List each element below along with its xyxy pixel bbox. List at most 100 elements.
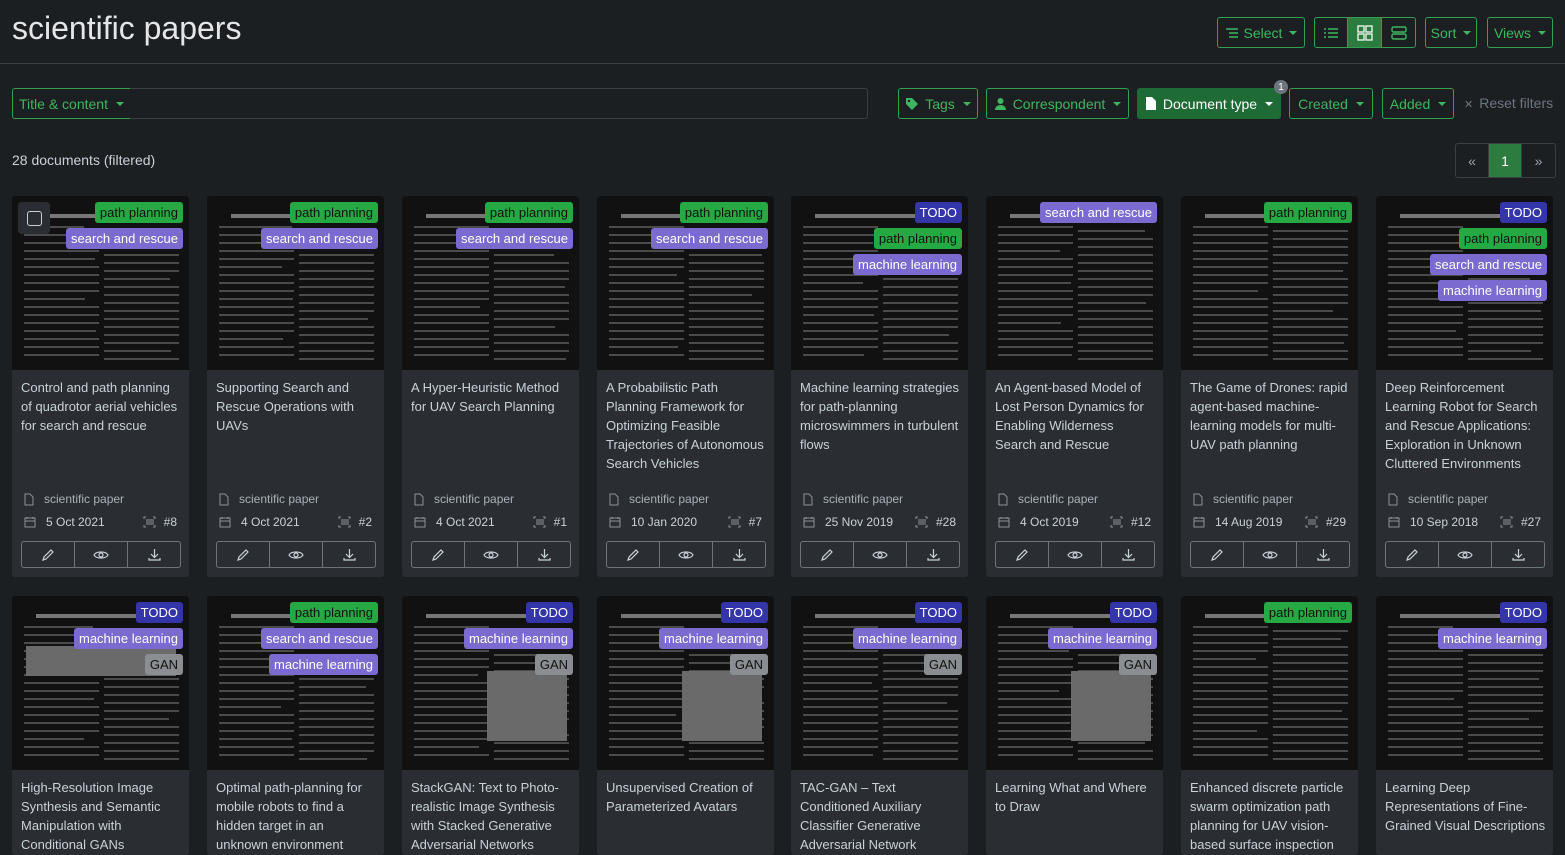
tag-badge[interactable]: GAN: [729, 654, 768, 675]
preview-button[interactable]: [465, 542, 518, 567]
tag-badge[interactable]: search and rescue: [261, 628, 378, 649]
preview-button[interactable]: [1049, 542, 1102, 567]
tag-badge[interactable]: path planning: [289, 602, 378, 623]
download-button[interactable]: [1102, 542, 1154, 567]
edit-button[interactable]: [801, 542, 854, 567]
document-card[interactable]: TODO machine learning GAN Learning What and…: [986, 596, 1163, 855]
edit-button[interactable]: [996, 542, 1049, 567]
tag-badge[interactable]: search and rescue: [261, 228, 378, 249]
document-card[interactable]: path planning search and rescue A Probabil…: [597, 196, 774, 577]
tags-filter[interactable]: Tags: [898, 88, 978, 119]
sort-button[interactable]: Sort: [1425, 17, 1477, 48]
reset-filters-button[interactable]: ✕ Reset filters: [1464, 95, 1553, 111]
tag-badge[interactable]: search and rescue: [1430, 254, 1547, 275]
preview-button[interactable]: [1244, 542, 1297, 567]
download-button[interactable]: [518, 542, 570, 567]
preview-button[interactable]: [75, 542, 128, 567]
search-input[interactable]: [130, 88, 868, 119]
edit-button[interactable]: [607, 542, 660, 567]
document-card[interactable]: search and rescue An Agent-based Model of…: [986, 196, 1163, 577]
document-card[interactable]: path planning Enhanced discrete particle …: [1181, 596, 1358, 855]
tag-badge[interactable]: GAN: [534, 654, 573, 675]
tag-badge[interactable]: machine learning: [463, 628, 573, 649]
document-card[interactable]: TODO path planning search and rescue machin…: [1376, 196, 1553, 577]
download-button[interactable]: [907, 542, 959, 567]
created-filter[interactable]: Created: [1289, 88, 1373, 119]
document-title: StackGAN: Text to Photo-realistic Image …: [411, 780, 559, 852]
tag-badge[interactable]: path planning: [1263, 202, 1352, 223]
document-asn: #12: [1110, 515, 1151, 529]
tag-badge[interactable]: path planning: [484, 202, 573, 223]
document-card[interactable]: TODO machine learning GAN StackGAN: Text to…: [402, 596, 579, 855]
tag-badge[interactable]: path planning: [1458, 228, 1547, 249]
select-checkbox[interactable]: [18, 202, 50, 234]
preview-button[interactable]: [854, 542, 907, 567]
tag-badge[interactable]: TODO: [525, 602, 573, 623]
tag-badge[interactable]: machine learning: [852, 628, 962, 649]
tag-badge[interactable]: GAN: [144, 654, 183, 675]
tag-badge[interactable]: search and rescue: [1040, 202, 1157, 223]
title-content-dropdown[interactable]: Title & content: [12, 88, 131, 119]
tag-badge[interactable]: TODO: [1499, 602, 1547, 623]
document-card[interactable]: path planning search and rescue A Hyper-He…: [402, 196, 579, 577]
tag-badge[interactable]: machine learning: [73, 628, 183, 649]
download-button[interactable]: [713, 542, 765, 567]
tag-badge[interactable]: machine learning: [852, 254, 962, 275]
document-card[interactable]: path planning search and rescue Supporting…: [207, 196, 384, 577]
tag-badge[interactable]: GAN: [1118, 654, 1157, 675]
document-card[interactable]: TODO machine learning Learning Deep Repres…: [1376, 596, 1553, 855]
added-filter[interactable]: Added: [1382, 88, 1454, 119]
download-button[interactable]: [1492, 542, 1544, 567]
tag-badge[interactable]: search and rescue: [456, 228, 573, 249]
document-card[interactable]: TODO path planning machine learning Machine…: [791, 196, 968, 577]
tag-badge[interactable]: TODO: [914, 202, 962, 223]
preview-button[interactable]: [270, 542, 323, 567]
document-card[interactable]: TODO machine learning GAN High-Resolution I…: [12, 596, 189, 855]
correspondent-filter[interactable]: Correspondent: [986, 88, 1129, 119]
download-button[interactable]: [1297, 542, 1349, 567]
view-grid-button[interactable]: [1347, 17, 1382, 48]
download-icon: [1316, 548, 1330, 561]
document-card[interactable]: TODO machine learning GAN TAC-GAN – Text Co…: [791, 596, 968, 855]
preview-button[interactable]: [1439, 542, 1492, 567]
tag-badge[interactable]: machine learning: [1437, 280, 1547, 301]
tag-badge[interactable]: machine learning: [1047, 628, 1157, 649]
tag-badge[interactable]: path planning: [94, 202, 183, 223]
document-type-filter[interactable]: Document type: [1137, 88, 1281, 119]
pagination-next[interactable]: »: [1522, 144, 1555, 177]
tag-badge[interactable]: TODO: [914, 602, 962, 623]
tag-badge[interactable]: path planning: [679, 202, 768, 223]
view-large-cards-button[interactable]: [1381, 17, 1416, 48]
select-button[interactable]: Select: [1217, 17, 1305, 48]
download-button[interactable]: [323, 542, 375, 567]
edit-button[interactable]: [217, 542, 270, 567]
edit-button[interactable]: [1191, 542, 1244, 567]
edit-button[interactable]: [412, 542, 465, 567]
tag-badge[interactable]: path planning: [289, 202, 378, 223]
tag-badge[interactable]: machine learning: [1437, 628, 1547, 649]
preview-button[interactable]: [660, 542, 713, 567]
tag-badge[interactable]: TODO: [135, 602, 183, 623]
pagination-page-current[interactable]: 1: [1489, 144, 1522, 177]
tag-badge[interactable]: machine learning: [658, 628, 768, 649]
document-card[interactable]: path planning The Game of Drones: rapid a…: [1181, 196, 1358, 577]
tag-badge[interactable]: path planning: [1263, 602, 1352, 623]
document-card[interactable]: path planning search and rescue Control an…: [12, 196, 189, 577]
tag-badge[interactable]: TODO: [720, 602, 768, 623]
download-button[interactable]: [128, 542, 180, 567]
tag-badge[interactable]: machine learning: [268, 654, 378, 675]
tag-badge[interactable]: TODO: [1499, 202, 1547, 223]
edit-button[interactable]: [1386, 542, 1439, 567]
document-card[interactable]: TODO machine learning GAN Unsupervised Crea…: [597, 596, 774, 855]
pagination-prev[interactable]: «: [1456, 144, 1489, 177]
barcode-icon: [1305, 516, 1318, 528]
document-card[interactable]: path planning search and rescue machine le…: [207, 596, 384, 855]
tag-badge[interactable]: TODO: [1109, 602, 1157, 623]
view-list-button[interactable]: [1314, 17, 1348, 48]
views-button[interactable]: Views: [1487, 17, 1553, 48]
tag-badge[interactable]: path planning: [873, 228, 962, 249]
tag-badge[interactable]: GAN: [923, 654, 962, 675]
tag-badge[interactable]: search and rescue: [66, 228, 183, 249]
tag-badge[interactable]: search and rescue: [651, 228, 768, 249]
edit-button[interactable]: [22, 542, 75, 567]
